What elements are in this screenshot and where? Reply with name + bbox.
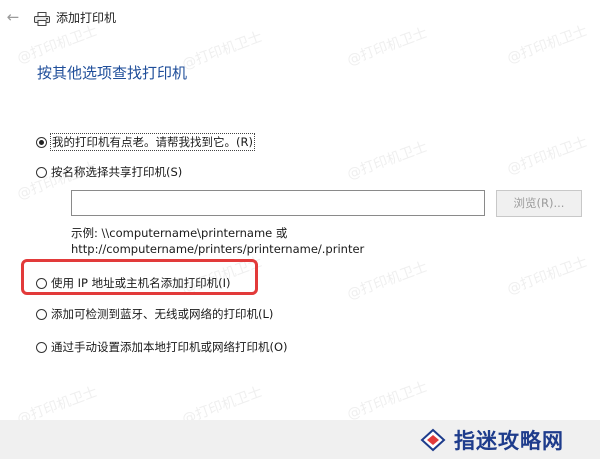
option-label: 通过手动设置添加本地打印机或网络打印机(O): [51, 340, 288, 354]
window-title: 添加打印机: [56, 11, 117, 25]
radio-button[interactable]: [36, 308, 47, 320]
option-bluetooth-wireless-network[interactable]: 添加可检测到蓝牙、无线或网络的打印机(L): [36, 305, 273, 323]
watermark: @打印机卫士: [345, 259, 430, 303]
option-label: 使用 IP 地址或主机名添加打印机(I): [51, 276, 231, 290]
option-label: 添加可检测到蓝牙、无线或网络的打印机(L): [51, 307, 274, 321]
diamond-logo-icon: [420, 428, 446, 452]
option-shared-printer-by-name[interactable]: 按名称选择共享打印机(S): [36, 163, 182, 181]
back-arrow-icon[interactable]: ←: [4, 8, 22, 26]
example-text-line-1: 示例: \\computername\printername 或: [71, 226, 288, 240]
title-bar: ← 添加打印机: [0, 0, 600, 40]
radio-button[interactable]: [36, 341, 47, 353]
shared-printer-name-input[interactable]: [71, 190, 485, 216]
option-old-printer[interactable]: 我的打印机有点老。请帮我找到它。(R): [36, 133, 255, 151]
option-label: 我的打印机有点老。请帮我找到它。(R): [50, 133, 255, 151]
example-text-line-2: http://computername/printers/printername…: [71, 242, 365, 256]
option-manual-local-or-network[interactable]: 通过手动设置添加本地打印机或网络打印机(O): [36, 338, 288, 356]
watermark: @打印机卫士: [505, 254, 590, 298]
browse-button[interactable]: 浏览(R)...: [496, 190, 582, 217]
radio-button[interactable]: [36, 277, 47, 289]
watermark: @打印机卫士: [345, 379, 430, 423]
watermark: @打印机卫士: [505, 134, 590, 178]
printer-icon: [34, 11, 50, 26]
radio-button[interactable]: [36, 166, 47, 178]
radio-button-checked[interactable]: [36, 136, 47, 148]
watermark: @打印机卫士: [345, 139, 430, 183]
option-label: 按名称选择共享打印机(S): [51, 165, 183, 179]
option-ip-or-hostname[interactable]: 使用 IP 地址或主机名添加打印机(I): [36, 274, 231, 292]
page-heading: 按其他选项查找打印机: [37, 64, 188, 82]
site-logo: 指迷攻略网: [420, 420, 564, 459]
site-logo-text: 指迷攻略网: [454, 427, 564, 453]
